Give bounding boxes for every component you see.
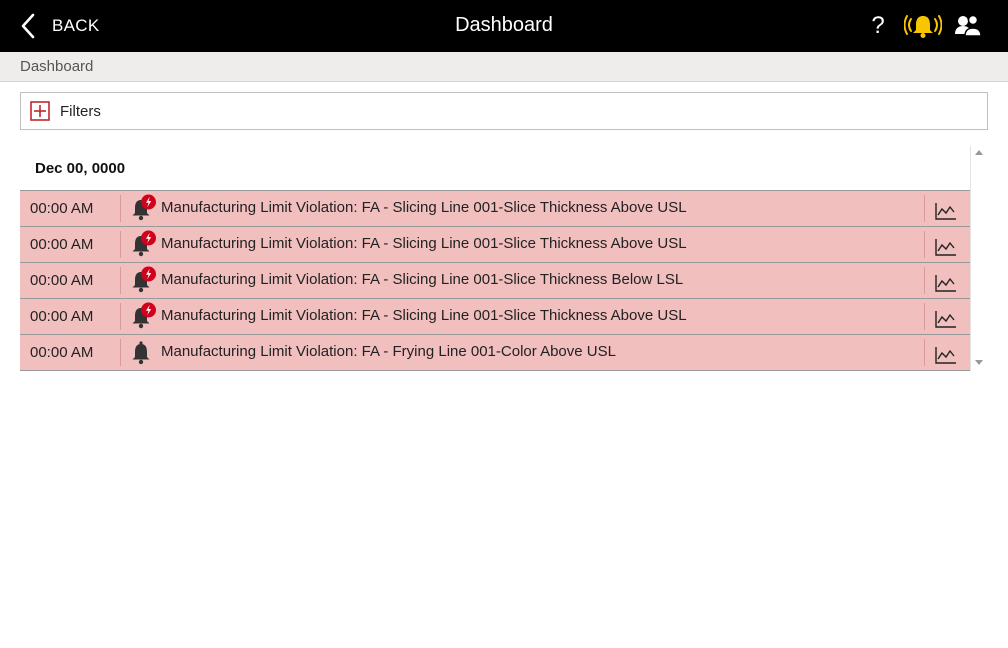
divider <box>120 303 121 330</box>
divider <box>120 231 121 258</box>
divider <box>120 267 121 294</box>
divider <box>120 195 121 222</box>
row-time: 00:00 AM <box>30 236 94 253</box>
divider <box>924 339 925 366</box>
alarm-rows: 00:00 AM Manufacturing Limit Violation: … <box>20 190 970 371</box>
divider <box>924 231 925 258</box>
row-time: 00:00 AM <box>30 272 94 289</box>
divider <box>924 267 925 294</box>
breadcrumb-item-dashboard[interactable]: Dashboard <box>20 58 93 75</box>
scroll-up-arrow-icon[interactable] <box>975 150 983 155</box>
trend-chart-icon[interactable] <box>934 273 958 293</box>
bell-alert-icon <box>132 230 156 257</box>
alarm-button[interactable] <box>904 12 942 40</box>
table-row[interactable]: 00:00 AM Manufacturing Limit Violation: … <box>20 263 970 299</box>
breadcrumb: Dashboard <box>0 52 1008 82</box>
trend-chart-icon[interactable] <box>934 237 958 257</box>
row-message: Manufacturing Limit Violation: FA - Slic… <box>161 307 687 324</box>
trend-chart-icon[interactable] <box>934 345 958 365</box>
alarm-list: Dec 00, 0000 00:00 AM Manufacturing Limi… <box>20 146 970 371</box>
bell-icon <box>132 341 150 365</box>
table-row[interactable]: 00:00 AM Manufacturing Limit Violation: … <box>20 227 970 263</box>
table-row[interactable]: 00:00 AM Manufacturing Limit Violation: … <box>20 191 970 227</box>
question-icon: ? <box>871 12 885 39</box>
divider <box>924 195 925 222</box>
row-message: Manufacturing Limit Violation: FA - Slic… <box>161 271 684 288</box>
bell-alert-icon <box>132 302 156 329</box>
filters-label: Filters <box>60 102 101 120</box>
list-scrollbar[interactable] <box>970 146 988 371</box>
page-title: Dashboard <box>455 14 553 36</box>
row-message: Manufacturing Limit Violation: FA - Slic… <box>161 199 687 216</box>
plus-square-icon <box>30 101 50 121</box>
row-time: 00:00 AM <box>30 200 94 217</box>
bell-alert-icon <box>132 194 156 221</box>
row-message: Manufacturing Limit Violation: FA - Slic… <box>161 235 687 252</box>
date-header: Dec 00, 0000 <box>35 160 126 177</box>
row-time: 00:00 AM <box>30 308 94 325</box>
trend-chart-icon[interactable] <box>934 309 958 329</box>
users-icon <box>955 14 982 37</box>
table-row[interactable]: 00:00 AM Manufacturing Limit Violation: … <box>20 335 970 371</box>
table-row[interactable]: 00:00 AM Manufacturing Limit Violation: … <box>20 299 970 335</box>
top-bar: BACK Dashboard ? <box>0 0 1008 52</box>
scroll-down-arrow-icon[interactable] <box>975 360 983 365</box>
bell-alert-icon <box>132 266 156 293</box>
divider <box>120 339 121 366</box>
row-time: 00:00 AM <box>30 344 94 361</box>
divider <box>924 303 925 330</box>
users-button[interactable] <box>954 12 982 40</box>
row-message: Manufacturing Limit Violation: FA - Fryi… <box>161 343 616 360</box>
trend-chart-icon[interactable] <box>934 201 958 221</box>
alarm-bell-icon <box>904 15 942 38</box>
help-button[interactable]: ? <box>866 12 890 40</box>
filters-toggle[interactable]: Filters <box>20 92 988 130</box>
